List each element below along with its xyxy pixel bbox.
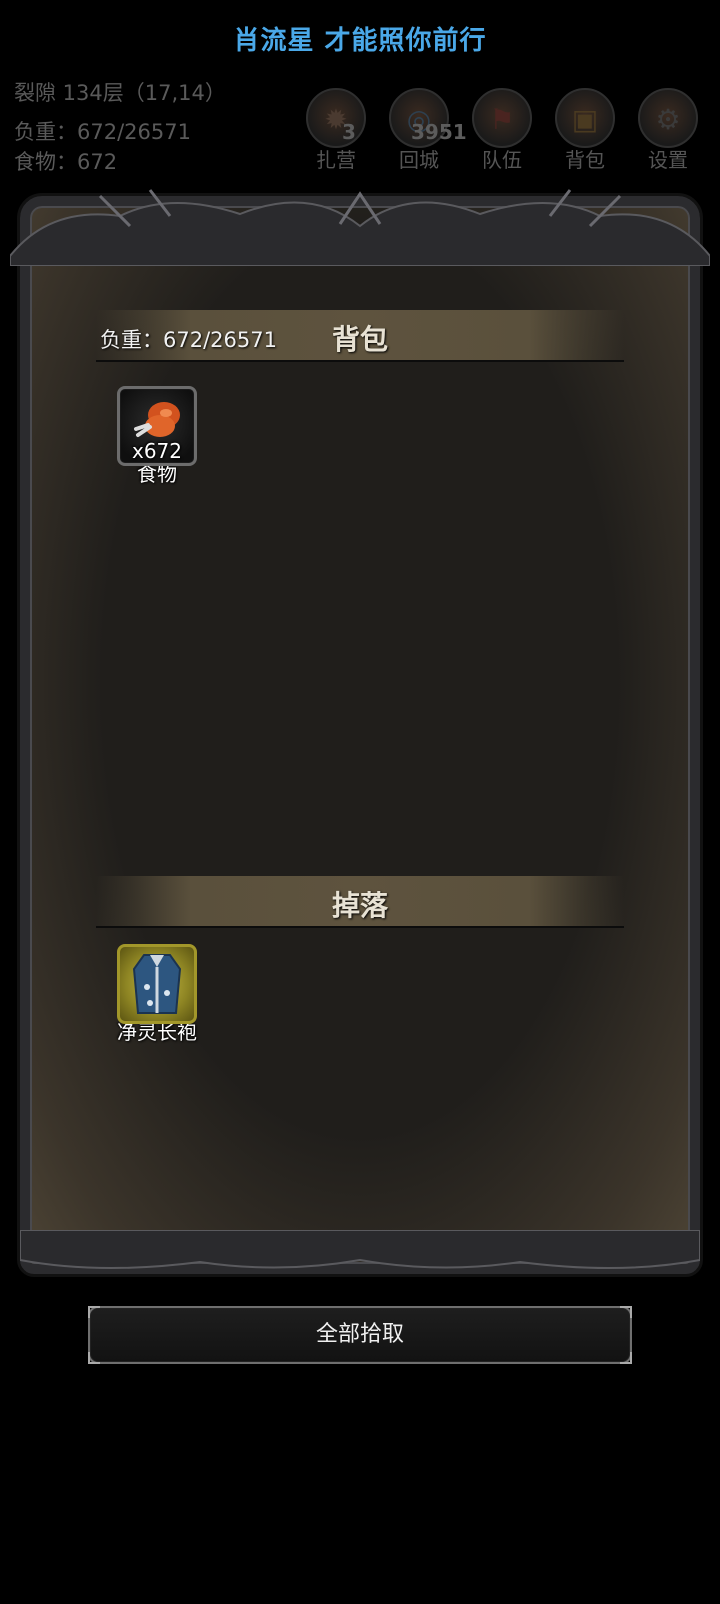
return-town-label: 回城 (399, 148, 439, 172)
camp-button[interactable]: ✹ 3 扎营 (300, 88, 372, 173)
frame-bottom-ornament (20, 1230, 700, 1269)
scrolling-banner: 肖流星 才能照你前行 (233, 26, 487, 56)
settings-button[interactable]: ⚙ 设置 (632, 88, 704, 173)
item-slot (117, 944, 197, 1024)
robe-icon (132, 954, 182, 1014)
backpack-label: 背包 (565, 148, 605, 172)
backpack-button[interactable]: ▣ 背包 (549, 88, 621, 173)
item-count: x672 (131, 439, 182, 463)
camp-label: 扎营 (316, 148, 356, 172)
game-screen: 肖流星 才能照你前行 裂隙 134层（17,14） 负重：672/26571 食… (0, 0, 720, 1604)
drop-item-robe[interactable]: 净灵长袍 (114, 944, 200, 1045)
food-text: 食物：672 (14, 150, 118, 174)
pick-all-label: 全部拾取 (315, 1322, 404, 1347)
return-town-button[interactable]: ◎ 3951 回城 (383, 88, 467, 173)
campfire-icon: ✹ (306, 88, 366, 148)
item-slot: x672 (117, 386, 197, 466)
settings-label: 设置 (648, 148, 688, 172)
return-town-badge: 3951 (411, 120, 467, 144)
bag-item-food[interactable]: x672 食物 (114, 386, 200, 487)
camp-badge: 3 (342, 120, 356, 144)
drops-header: 掉落 (96, 876, 624, 928)
top-menu: ✹ 3 扎营 ◎ 3951 回城 ⚑ 队伍 ▣ 背包 ⚙ 设置 (300, 88, 720, 178)
drops-title: 掉落 (331, 889, 388, 922)
location-text: 裂隙 134层（17,14） (14, 81, 226, 105)
gear-icon: ⚙ (638, 88, 698, 148)
backpack-icon: ▣ (555, 88, 615, 148)
bag-header: 负重：672/26571 背包 (96, 310, 624, 362)
frame-top-ornament (10, 189, 710, 266)
team-button[interactable]: ⚑ 队伍 (466, 88, 538, 173)
pick-all-button[interactable]: 全部拾取 (88, 1306, 632, 1364)
bag-title: 背包 (331, 323, 388, 356)
load-text: 负重：672/26571 (14, 120, 191, 144)
team-label: 队伍 (482, 148, 522, 172)
team-icon: ⚑ (472, 88, 532, 148)
